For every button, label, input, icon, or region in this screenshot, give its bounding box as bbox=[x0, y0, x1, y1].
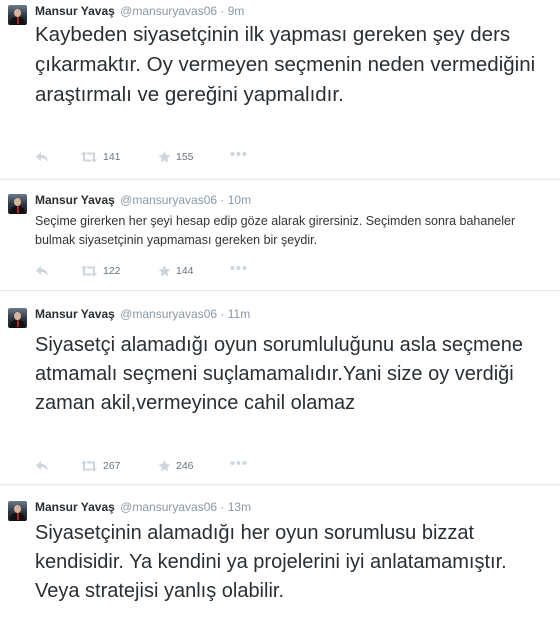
retweet-icon bbox=[81, 265, 97, 277]
tweet-text: Siyasetçinin alamadığı her oyun sorumlus… bbox=[35, 522, 507, 602]
favorite-count: 144 bbox=[176, 265, 194, 277]
tweet-text: Siyasetçi alamadığı oyun sorumluluğunu a… bbox=[35, 334, 524, 414]
tweet-text: Kaybeden siyasetçinin ilk yapması gereke… bbox=[35, 23, 536, 106]
retweet-icon bbox=[81, 460, 97, 472]
favorite-count: 155 bbox=[176, 151, 194, 163]
author-name[interactable]: Mansur Yavaş bbox=[35, 307, 115, 321]
star-icon bbox=[158, 151, 171, 163]
separator-dot: · bbox=[220, 307, 225, 321]
separator-dot: · bbox=[220, 500, 225, 514]
favorite-button[interactable]: 246 bbox=[158, 460, 194, 472]
author-name[interactable]: Mansur Yavaş bbox=[35, 193, 115, 207]
retweet-button[interactable]: 267 bbox=[80, 460, 121, 472]
star-icon bbox=[158, 265, 171, 277]
more-button[interactable] bbox=[230, 151, 247, 157]
retweet-count: 141 bbox=[103, 151, 121, 163]
retweet-count: 267 bbox=[103, 460, 121, 472]
tweet-timestamp[interactable]: 13m bbox=[228, 500, 251, 514]
tweet[interactable]: Mansur Yavaş @mansuryavas06 · 13m Siyase… bbox=[0, 496, 560, 622]
reply-icon bbox=[36, 461, 48, 471]
favorite-button[interactable]: 144 bbox=[158, 265, 194, 277]
tweet-header: Mansur Yavaş @mansuryavas06 · 13m bbox=[35, 499, 251, 515]
tweet-timestamp[interactable]: 11m bbox=[228, 307, 250, 321]
avatar[interactable] bbox=[8, 5, 27, 25]
reply-button[interactable] bbox=[35, 265, 49, 277]
tweet-header: Mansur Yavaş @mansuryavas06 · 10m bbox=[35, 192, 251, 208]
author-name[interactable]: Mansur Yavaş bbox=[35, 4, 115, 18]
tweet[interactable]: Mansur Yavaş @mansuryavas06 · 10m Seçime… bbox=[0, 189, 560, 291]
reply-button[interactable] bbox=[35, 151, 49, 163]
separator-dot: · bbox=[220, 193, 225, 207]
more-dots-icon bbox=[230, 152, 247, 156]
star-icon bbox=[158, 460, 171, 472]
favorite-count: 246 bbox=[176, 460, 194, 472]
reply-button[interactable] bbox=[35, 460, 49, 472]
tweet-header: Mansur Yavaş @mansuryavas06 · 11m bbox=[35, 306, 250, 322]
separator-dot: · bbox=[220, 4, 225, 18]
tweet-timestamp[interactable]: 10m bbox=[228, 193, 251, 207]
retweet-count: 122 bbox=[103, 265, 121, 277]
tweet-timeline: Mansur Yavaş @mansuryavas06 · 9m Kaybede… bbox=[0, 0, 560, 622]
more-dots-icon bbox=[230, 266, 247, 270]
tweet[interactable]: Mansur Yavaş @mansuryavas06 · 11m Siyase… bbox=[0, 303, 560, 485]
author-name[interactable]: Mansur Yavaş bbox=[35, 500, 115, 514]
tweet-text: Seçime girerken her şeyi hesap edip göze… bbox=[35, 214, 516, 247]
tweet-timestamp[interactable]: 9m bbox=[228, 4, 245, 18]
avatar[interactable] bbox=[8, 501, 27, 521]
more-button[interactable] bbox=[230, 265, 247, 271]
retweet-button[interactable]: 122 bbox=[80, 265, 121, 277]
author-handle[interactable]: @mansuryavas06 bbox=[120, 193, 217, 207]
more-dots-icon bbox=[230, 461, 247, 465]
more-button[interactable] bbox=[230, 460, 247, 466]
avatar[interactable] bbox=[8, 194, 27, 214]
reply-icon bbox=[36, 152, 48, 162]
favorite-button[interactable]: 155 bbox=[158, 151, 194, 163]
avatar[interactable] bbox=[8, 308, 27, 328]
author-handle[interactable]: @mansuryavas06 bbox=[120, 307, 217, 321]
reply-icon bbox=[36, 266, 48, 276]
retweet-button[interactable]: 141 bbox=[80, 151, 121, 163]
tweet[interactable]: Mansur Yavaş @mansuryavas06 · 9m Kaybede… bbox=[0, 0, 560, 180]
tweet-header: Mansur Yavaş @mansuryavas06 · 9m bbox=[35, 3, 244, 19]
author-handle[interactable]: @mansuryavas06 bbox=[120, 4, 217, 18]
author-handle[interactable]: @mansuryavas06 bbox=[120, 500, 217, 514]
retweet-icon bbox=[81, 151, 97, 163]
